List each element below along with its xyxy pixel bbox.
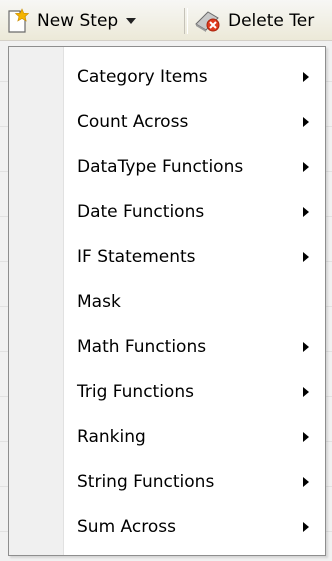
menu-item-label: Category Items bbox=[77, 67, 208, 87]
menu-item-label: Ranking bbox=[77, 427, 146, 447]
chevron-right-icon bbox=[303, 117, 309, 127]
chevron-right-icon bbox=[303, 162, 309, 172]
menu-item-label: Count Across bbox=[77, 112, 189, 132]
new-step-dropdown-menu: Category Items Count Across DataType Fun… bbox=[8, 46, 326, 556]
menu-item-label: Mask bbox=[77, 292, 121, 312]
menu-item-category-items[interactable]: Category Items bbox=[63, 57, 325, 97]
menu-item-count-across[interactable]: Count Across bbox=[63, 102, 325, 142]
toolbar-separator bbox=[184, 8, 188, 34]
menu-icon-gutter bbox=[9, 47, 64, 555]
chevron-right-icon bbox=[303, 387, 309, 397]
menu-item-label: Trig Functions bbox=[77, 382, 194, 402]
menu-item-string-functions[interactable]: String Functions bbox=[63, 462, 325, 502]
menu-item-sum-across[interactable]: Sum Across bbox=[63, 507, 325, 547]
chevron-right-icon bbox=[303, 252, 309, 262]
toolbar: New Step Delete Ter bbox=[0, 0, 332, 41]
chevron-right-icon bbox=[303, 72, 309, 82]
chevron-right-icon bbox=[303, 432, 309, 442]
menu-item-label: Math Functions bbox=[77, 337, 207, 357]
menu-item-label: Sum Across bbox=[77, 517, 176, 537]
menu-item-mask[interactable]: Mask bbox=[63, 282, 325, 322]
menu-item-label: String Functions bbox=[77, 472, 215, 492]
menu-item-label: Date Functions bbox=[77, 202, 205, 222]
chevron-right-icon bbox=[303, 522, 309, 532]
menu-item-ranking[interactable]: Ranking bbox=[63, 417, 325, 457]
menu-item-if-statements[interactable]: IF Statements bbox=[63, 237, 325, 277]
chevron-down-icon[interactable] bbox=[126, 18, 137, 24]
new-step-label: New Step bbox=[37, 11, 119, 31]
new-step-button[interactable]: New Step bbox=[4, 6, 182, 36]
chevron-right-icon bbox=[303, 342, 309, 352]
menu-item-math-functions[interactable]: Math Functions bbox=[63, 327, 325, 367]
chevron-right-icon bbox=[303, 207, 309, 217]
menu-item-date-functions[interactable]: Date Functions bbox=[63, 192, 325, 232]
new-document-star-icon bbox=[4, 8, 30, 34]
delete-label: Delete Ter bbox=[228, 11, 315, 31]
menu-item-label: IF Statements bbox=[77, 247, 196, 267]
menu-item-trig-functions[interactable]: Trig Functions bbox=[63, 372, 325, 412]
menu-item-label: DataType Functions bbox=[77, 157, 244, 177]
chevron-right-icon bbox=[303, 477, 309, 487]
delete-button[interactable]: Delete Ter bbox=[193, 6, 332, 36]
delete-eraser-icon bbox=[193, 8, 223, 34]
menu-item-datatype-functions[interactable]: DataType Functions bbox=[63, 147, 325, 187]
